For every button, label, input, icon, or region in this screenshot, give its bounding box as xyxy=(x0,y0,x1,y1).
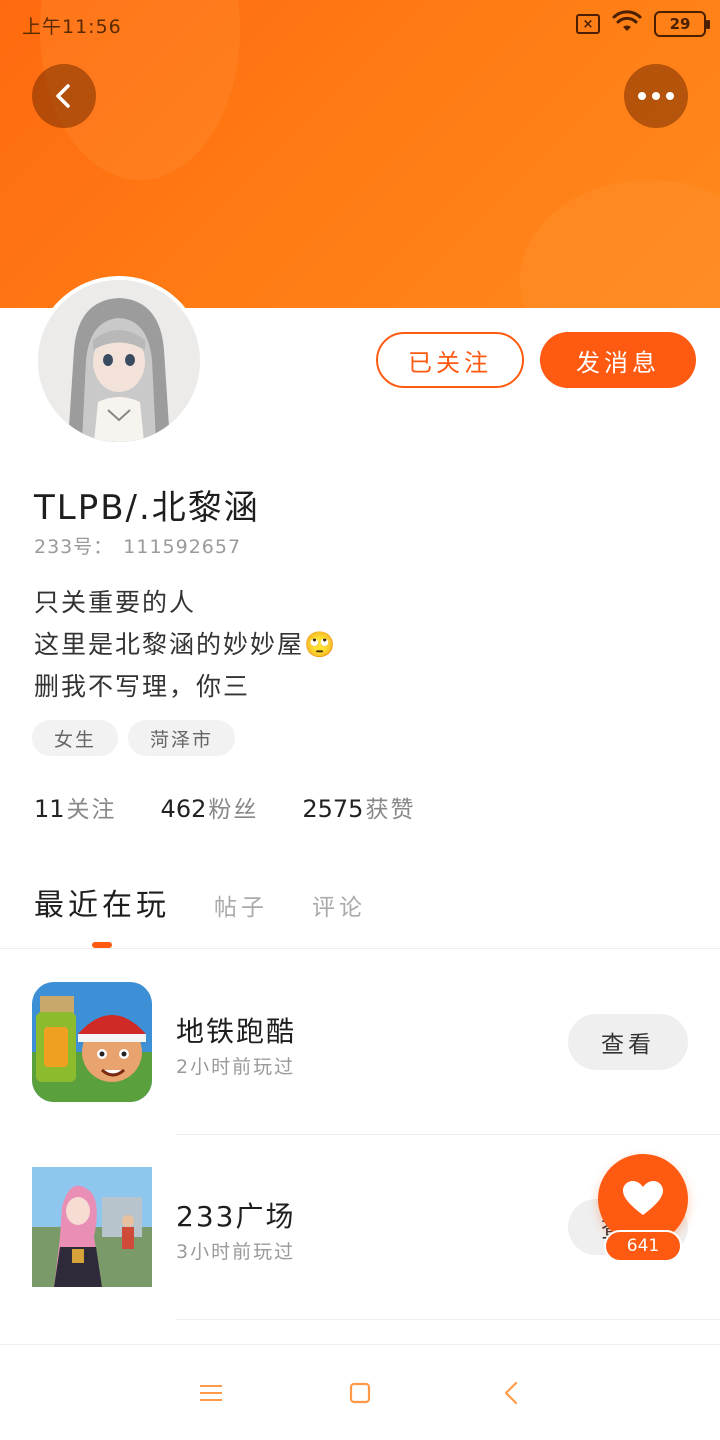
more-dots-icon xyxy=(638,92,674,100)
bio-line: 只关重要的人 xyxy=(34,588,197,617)
battery-level: 29 xyxy=(669,15,691,33)
home-square-icon xyxy=(349,1382,371,1404)
banner-decoration xyxy=(520,180,720,308)
tag-gender: 女生 xyxy=(32,720,119,756)
stat-value: 2575 xyxy=(302,795,364,823)
game-name: 233广场 xyxy=(176,1200,296,1233)
chevron-left-icon xyxy=(56,84,70,108)
heart-icon xyxy=(623,1181,663,1215)
profile-stats: 11关注 462粉丝 2575获赞 xyxy=(34,790,415,824)
sim-error-icon: × xyxy=(576,14,600,34)
status-time: 上午11:56 xyxy=(22,16,122,38)
tag-location: 菏泽市 xyxy=(128,720,236,756)
stat-value: 11 xyxy=(34,795,65,823)
content-tabs: 最近在玩 帖子 评论 xyxy=(34,880,366,924)
back-button[interactable] xyxy=(32,64,96,128)
nav-home-button[interactable] xyxy=(346,1379,374,1407)
game-icon-233-plaza xyxy=(32,1167,152,1287)
stat-likes: 2575获赞 xyxy=(302,790,415,824)
bio: 只关重要的人 这里是北黎涵的妙妙屋🙄 删我不写理，你三 xyxy=(34,582,337,708)
more-button[interactable] xyxy=(624,64,688,128)
tab-comments[interactable]: 评论 xyxy=(312,888,366,922)
like-count-badge: 641 xyxy=(604,1230,682,1262)
system-nav-bar xyxy=(0,1344,720,1440)
stat-followers[interactable]: 462粉丝 xyxy=(161,790,259,824)
stat-label: 粉丝 xyxy=(208,797,259,823)
view-game-button[interactable]: 查看 xyxy=(568,1014,688,1070)
divider xyxy=(0,948,720,949)
stat-label: 获赞 xyxy=(365,797,416,823)
username: TLPB/.北黎涵 xyxy=(34,488,260,528)
divider xyxy=(176,1319,720,1320)
last-played-time: 2小时前玩过 xyxy=(176,1056,296,1078)
status-bar: 上午11:56 × 29 xyxy=(0,0,720,48)
nav-menu-button[interactable] xyxy=(197,1379,225,1407)
stat-value: 462 xyxy=(160,795,207,823)
battery-icon: 29 xyxy=(654,11,710,37)
menu-icon xyxy=(200,1385,222,1401)
avatar[interactable] xyxy=(34,276,204,446)
stat-label: 关注 xyxy=(66,797,117,823)
send-message-button[interactable]: 发消息 xyxy=(540,332,696,388)
wifi-icon xyxy=(612,10,642,38)
bio-line: 这里是北黎涵的妙妙屋🙄 xyxy=(34,630,338,659)
game-icon-subway-surfers xyxy=(32,982,152,1102)
tab-posts[interactable]: 帖子 xyxy=(214,888,268,922)
user-id-value: 111592657 xyxy=(123,536,242,558)
back-triangle-icon xyxy=(504,1381,518,1405)
list-item[interactable]: 地铁跑酷 2小时前玩过 查看 xyxy=(0,950,720,1135)
nav-back-button[interactable] xyxy=(497,1379,525,1407)
user-id-label: 233号： xyxy=(34,536,114,558)
stat-following[interactable]: 11关注 xyxy=(34,790,117,824)
user-id: 233号： 111592657 xyxy=(34,532,241,559)
avatar-image xyxy=(38,280,200,442)
bio-line: 删我不写理，你三 xyxy=(34,672,251,701)
followed-button[interactable]: 已关注 xyxy=(376,332,524,388)
status-icons: × 29 xyxy=(576,10,710,38)
tab-recently-played[interactable]: 最近在玩 xyxy=(34,880,170,924)
game-name: 地铁跑酷 xyxy=(176,1015,297,1048)
profile-tags: 女生 菏泽市 xyxy=(32,720,236,756)
last-played-time: 3小时前玩过 xyxy=(176,1241,296,1263)
